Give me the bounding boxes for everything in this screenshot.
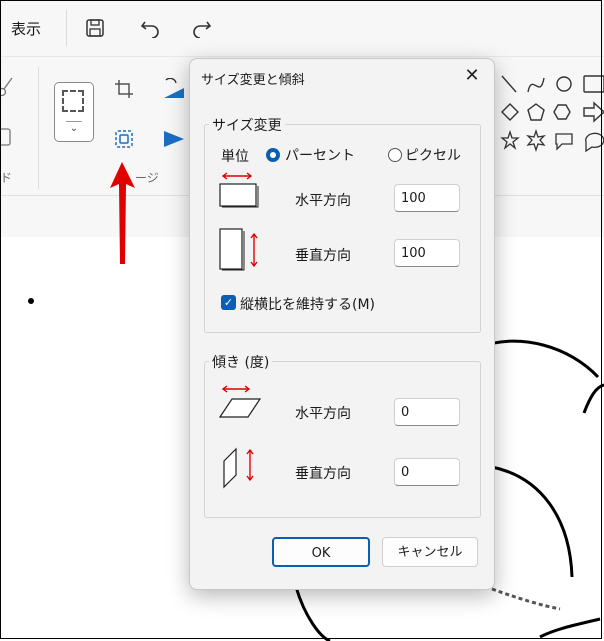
close-icon[interactable]: ✕ [460, 65, 484, 89]
skew-vertical-icon [223, 447, 254, 489]
dialog-title: サイズ変更と傾斜 [201, 73, 305, 88]
pixel-radio[interactable] [388, 148, 402, 162]
undo-icon[interactable] [138, 15, 164, 41]
arrow-shape-icon [583, 101, 604, 123]
scissors-icon[interactable] [0, 75, 14, 99]
skew-horizontal-icon [218, 385, 262, 418]
resize-horizontal-icon [219, 172, 259, 208]
oval-shape-icon [556, 76, 572, 92]
diamond-shape-icon [501, 103, 519, 121]
resize-vertical-input[interactable]: 100 [394, 239, 460, 267]
resize-image-icon[interactable] [112, 127, 136, 151]
percent-label[interactable]: パーセント [285, 145, 355, 165]
resize-skew-dialog: サイズ変更と傾斜 ✕ サイズ変更 単位 パーセント ピクセル 水平方向 100 … [189, 58, 495, 590]
skew-horizontal-label: 水平方向 [295, 406, 351, 422]
redo-icon[interactable] [188, 15, 214, 41]
crop-icon[interactable] [112, 77, 136, 101]
shapes-gallery[interactable] [496, 72, 604, 156]
curve-shape-icon [527, 77, 545, 93]
percent-radio[interactable] [266, 148, 280, 162]
menu-view[interactable]: 表示 [11, 18, 41, 39]
keep-ratio-label[interactable]: 縦横比を維持する(M) [240, 294, 375, 314]
resize-horizontal-label: 水平方向 [295, 193, 351, 209]
hexagon-shape-icon [553, 104, 571, 120]
ribbon-divider [38, 67, 39, 189]
skew-horizontal-input[interactable]: 0 [394, 398, 460, 426]
image-group-label: ージ [135, 171, 159, 185]
save-icon[interactable] [82, 15, 108, 41]
keep-ratio-checkbox[interactable]: ✓ [221, 295, 236, 310]
canvas-dot [28, 298, 34, 304]
pixel-label[interactable]: ピクセル [405, 145, 461, 165]
chevron-down-icon[interactable]: ⌄ [66, 121, 82, 136]
menu-divider [66, 10, 67, 46]
pentagon-shape-icon [527, 103, 545, 121]
resize-group-title: サイズ変更 [209, 115, 285, 135]
select-tool-button[interactable]: ⌄ [54, 82, 94, 142]
callout-oval-icon [585, 132, 604, 153]
resize-vertical-icon [219, 228, 258, 271]
skew-group-title: 傾き (度) [209, 352, 273, 372]
cancel-button[interactable]: キャンセル [382, 537, 478, 567]
rectangle-shape-icon [583, 75, 604, 93]
unit-label: 単位 [221, 149, 249, 165]
paste-icon[interactable] [0, 127, 12, 147]
skew-vertical-label: 垂直方向 [295, 466, 351, 482]
ok-button[interactable]: OK [272, 537, 370, 567]
star-shape-icon [500, 129, 520, 150]
resize-horizontal-input[interactable]: 100 [394, 184, 460, 212]
rotate-icon[interactable] [160, 77, 186, 101]
skew-vertical-input[interactable]: 0 [394, 458, 460, 486]
clipboard-group-label: ド [0, 171, 13, 185]
menu-bar: 表示 [0, 0, 604, 56]
select-rectangle-icon [62, 90, 84, 112]
annotation-arrow-icon [110, 162, 135, 264]
six-point-star-icon [526, 128, 546, 153]
callout-rect-icon [555, 133, 573, 151]
flip-icon[interactable] [160, 127, 186, 151]
line-shape-icon [501, 75, 517, 93]
resize-vertical-label: 垂直方向 [295, 248, 351, 264]
